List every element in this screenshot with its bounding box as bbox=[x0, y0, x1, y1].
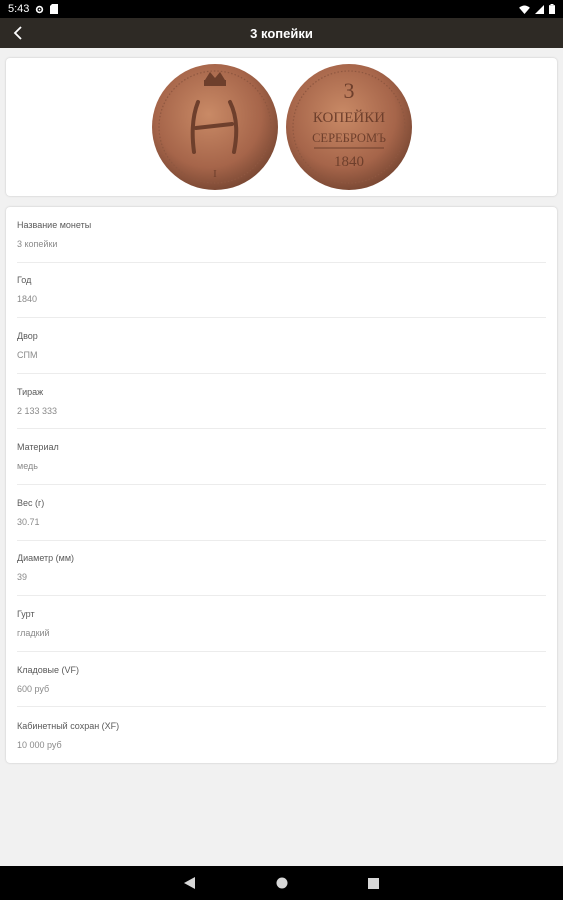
coin-obverse-image[interactable]: I bbox=[150, 62, 280, 192]
coin-year-text: 1840 bbox=[334, 154, 364, 170]
detail-value: 30.71 bbox=[17, 516, 40, 527]
app-bar: 3 копейки bbox=[0, 18, 563, 48]
detail-row-diameter: Диаметр (мм) 39 bbox=[17, 541, 546, 597]
nav-home-button[interactable] bbox=[275, 876, 289, 890]
detail-value: 1840 bbox=[17, 294, 38, 305]
status-time: 5:43 bbox=[8, 3, 30, 15]
detail-row-year: Год 1840 bbox=[17, 263, 546, 319]
coin-denomination-text: 3 bbox=[343, 78, 354, 103]
detail-row-edge: Гурт гладкий bbox=[17, 596, 546, 652]
wifi-icon bbox=[519, 4, 530, 14]
coin-kopeek-text: КОПЕЙКИ bbox=[312, 109, 384, 126]
detail-value: гладкий bbox=[17, 627, 50, 638]
system-nav-bar bbox=[0, 866, 563, 900]
detail-value: 10 000 руб bbox=[17, 739, 62, 750]
circle-home-icon bbox=[276, 877, 287, 889]
battery-icon bbox=[549, 4, 555, 14]
detail-label: Вес (г) bbox=[17, 497, 45, 508]
detail-label: Год bbox=[17, 275, 32, 286]
coin-serebrom-text: СЕРЕБРОМЪ bbox=[312, 131, 386, 145]
detail-row-price-vf: Кладовые (VF) 600 руб bbox=[17, 652, 546, 708]
detail-label: Название монеты bbox=[17, 219, 92, 230]
square-recents-icon bbox=[368, 877, 379, 889]
detail-row-price-xf: Кабинетный сохран (XF) 10 000 руб bbox=[17, 707, 546, 763]
detail-label: Диаметр (мм) bbox=[17, 553, 75, 564]
svg-text:I: I bbox=[213, 168, 217, 180]
detail-row-material: Материал медь bbox=[17, 429, 546, 485]
coin-images-card: I 3 КОПЕЙКИ СЕРЕБРОМЪ 1840 bbox=[6, 58, 557, 196]
detail-row-weight: Вес (г) 30.71 bbox=[17, 485, 546, 541]
back-arrow-icon bbox=[13, 26, 22, 40]
detail-value: СПМ bbox=[17, 349, 38, 360]
nav-recents-button[interactable] bbox=[367, 876, 381, 890]
detail-label: Кладовые (VF) bbox=[17, 664, 80, 675]
status-bar: 5:43 bbox=[0, 0, 563, 18]
signal-icon bbox=[535, 4, 544, 14]
detail-label: Гурт bbox=[17, 608, 35, 619]
coin-details-card: Название монеты 3 копейки Год 1840 Двор … bbox=[6, 207, 557, 763]
sd-card-icon bbox=[50, 4, 59, 14]
detail-value: 3 копейки bbox=[17, 238, 58, 249]
detail-value: медь bbox=[17, 461, 38, 472]
nav-back-button[interactable] bbox=[183, 876, 197, 890]
detail-row-name: Название монеты 3 копейки bbox=[17, 207, 546, 263]
detail-value: 39 bbox=[17, 572, 28, 583]
detail-value: 2 133 333 bbox=[17, 405, 58, 416]
detail-value: 600 руб bbox=[17, 683, 50, 694]
detail-label: Двор bbox=[17, 330, 38, 341]
triangle-back-icon bbox=[184, 877, 195, 889]
settings-icon bbox=[35, 5, 44, 14]
back-button[interactable] bbox=[6, 21, 30, 45]
detail-row-mintage: Тираж 2 133 333 bbox=[17, 374, 546, 430]
coin-reverse-image[interactable]: 3 КОПЕЙКИ СЕРЕБРОМЪ 1840 bbox=[284, 62, 414, 192]
detail-row-mint: Двор СПМ bbox=[17, 318, 546, 374]
detail-label: Кабинетный сохран (XF) bbox=[17, 720, 120, 731]
detail-label: Тираж bbox=[17, 386, 44, 397]
detail-label: Материал bbox=[17, 442, 59, 453]
page-title: 3 копейки bbox=[250, 25, 313, 41]
